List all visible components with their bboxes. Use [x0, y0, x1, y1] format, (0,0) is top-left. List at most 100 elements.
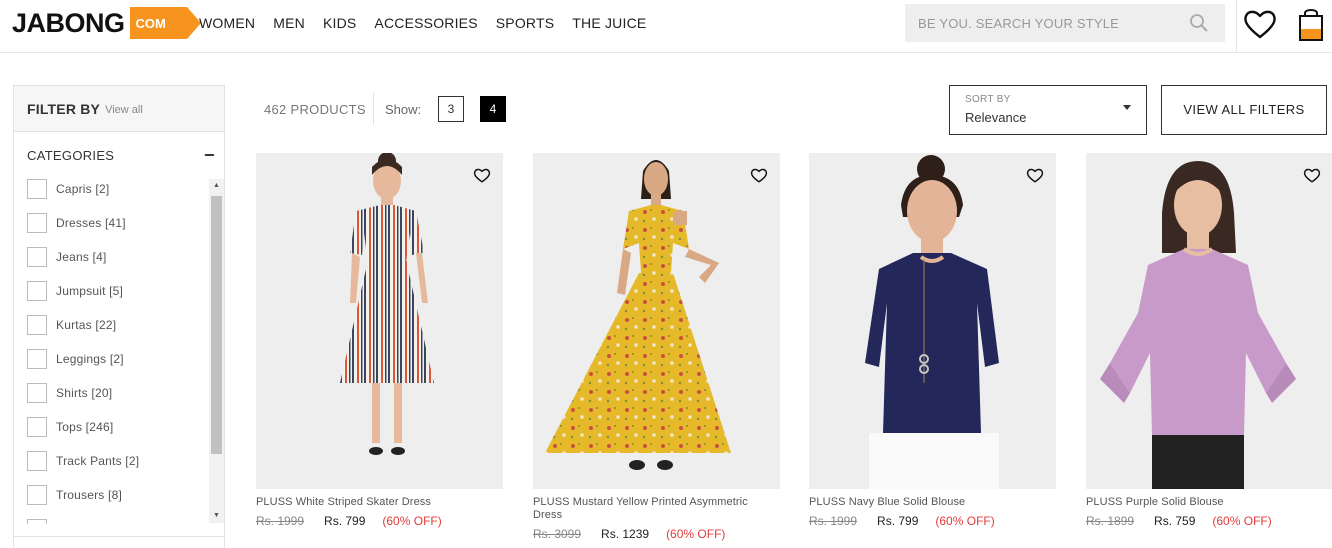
heart-icon[interactable] [1243, 8, 1277, 40]
category-item-jumpsuit[interactable]: Jumpsuit [5] [14, 281, 209, 315]
header-divider [1236, 0, 1237, 53]
checkbox[interactable] [27, 485, 47, 505]
category-scrollbar[interactable]: ▲ ▼ [209, 179, 224, 523]
sort-value: Relevance [965, 110, 1027, 125]
category-label: Jeans [4] [56, 250, 107, 264]
heart-icon[interactable] [473, 167, 491, 184]
category-item-kurtas[interactable]: Kurtas [22] [14, 315, 209, 349]
collapse-categories-button[interactable]: − [204, 146, 216, 164]
checkbox[interactable] [27, 315, 47, 335]
product-photo-navy-blouse [865, 155, 999, 489]
product-card[interactable]: PLUSS White Striped Skater Dress Rs. 199… [256, 153, 503, 528]
nav-accessories[interactable]: ACCESSORIES [374, 14, 477, 32]
product-count: 462 PRODUCTS [264, 102, 366, 117]
checkbox[interactable] [27, 247, 47, 267]
toolbar-divider [373, 93, 374, 125]
grid-3-button[interactable]: 3 [438, 96, 464, 122]
scroll-down-arrow-icon[interactable]: ▼ [209, 509, 224, 523]
sort-dropdown[interactable]: SORT BY Relevance [949, 85, 1147, 135]
heart-icon[interactable] [1303, 167, 1321, 184]
category-label: Leggings [2] [56, 352, 124, 366]
original-price: Rs. 1899 [1086, 514, 1135, 528]
discount-label: (60% OFF) [1212, 514, 1272, 528]
product-card[interactable]: PLUSS Mustard Yellow Printed Asymmetric … [533, 153, 780, 541]
product-name[interactable]: PLUSS White Striped Skater Dress [256, 496, 488, 509]
heart-icon[interactable] [750, 167, 768, 184]
checkbox[interactable] [27, 213, 47, 233]
view-all-link[interactable]: View all [105, 104, 143, 116]
scroll-up-arrow-icon[interactable]: ▲ [209, 179, 224, 193]
category-label: Dresses [41] [56, 216, 126, 230]
product-price: Rs. 1899 Rs. 759 (60% OFF) [1086, 514, 1272, 528]
sidebar-divider [14, 536, 224, 537]
sale-price: Rs. 759 [1154, 514, 1196, 528]
category-label: Kurtas [22] [56, 318, 117, 332]
category-label: Tops [246] [56, 420, 114, 434]
category-item-dresses[interactable]: Dresses [41] [14, 213, 209, 247]
category-label: Trousers [8] [56, 488, 122, 502]
filter-header: FILTER BY View all [14, 86, 224, 132]
product-photo-striped-dress [340, 153, 434, 455]
product-name[interactable]: PLUSS Mustard Yellow Printed Asymmetric … [533, 496, 765, 522]
category-item-tops[interactable]: Tops [246] [14, 417, 209, 451]
category-label: Track Pants [2] [56, 454, 140, 468]
nav-women[interactable]: WOMEN [199, 14, 255, 32]
category-item-capris[interactable]: Capris [2] [14, 179, 209, 213]
site-header: JABONG COM WOMEN MEN KIDS ACCESSORIES SP… [0, 0, 1332, 53]
checkbox[interactable] [27, 281, 47, 301]
product-price: Rs. 3099 Rs. 1239 (60% OFF) [533, 527, 725, 541]
category-item-shirts[interactable]: Shirts [20] [14, 383, 209, 417]
product-image[interactable] [809, 153, 1056, 489]
categories-heading: CATEGORIES [27, 148, 115, 163]
grid-4-button[interactable]: 4 [480, 96, 506, 122]
logo-text: JABONG [12, 8, 125, 38]
nav-the-juice[interactable]: THE JUICE [572, 14, 646, 32]
product-name[interactable]: PLUSS Purple Solid Blouse [1086, 496, 1318, 509]
category-label: Capris [2] [56, 182, 110, 196]
category-item-partial[interactable] [14, 519, 209, 524]
product-card[interactable]: PLUSS Navy Blue Solid Blouse Rs. 1999 Rs… [809, 153, 1056, 528]
category-item-track-pants[interactable]: Track Pants [2] [14, 451, 209, 485]
checkbox[interactable] [27, 179, 47, 199]
heart-icon[interactable] [1026, 167, 1044, 184]
filter-sidebar: FILTER BY View all CATEGORIES − Capris [… [13, 85, 225, 548]
checkbox[interactable] [27, 451, 47, 471]
product-card[interactable]: PLUSS Purple Solid Blouse Rs. 1899 Rs. 7… [1086, 153, 1332, 528]
category-label: Jumpsuit [5] [56, 284, 124, 298]
product-photo-purple-blouse [1100, 161, 1296, 489]
product-name[interactable]: PLUSS Navy Blue Solid Blouse [809, 496, 1041, 509]
product-photo-mustard-dress [545, 160, 731, 470]
nav-kids[interactable]: KIDS [323, 14, 356, 32]
product-image[interactable] [1086, 153, 1332, 489]
checkbox[interactable] [27, 383, 47, 403]
jabong-logo[interactable]: JABONG COM [12, 6, 201, 40]
nav-men[interactable]: MEN [273, 14, 305, 32]
show-label: Show: [385, 102, 422, 117]
discount-label: (60% OFF) [935, 514, 995, 528]
checkbox[interactable] [27, 519, 47, 524]
discount-label: (60% OFF) [666, 527, 726, 541]
category-item-leggings[interactable]: Leggings [2] [14, 349, 209, 383]
category-list: Capris [2] Dresses [41] Jeans [4] Jumpsu… [14, 179, 209, 524]
nav-sports[interactable]: SPORTS [496, 14, 555, 32]
category-label: Shirts [20] [56, 386, 113, 400]
discount-label: (60% OFF) [382, 514, 442, 528]
view-all-filters-button[interactable]: VIEW ALL FILTERS [1161, 85, 1327, 135]
category-item-jeans[interactable]: Jeans [4] [14, 247, 209, 281]
logo-tag: COM [129, 7, 201, 39]
checkbox[interactable] [27, 349, 47, 369]
product-price: Rs. 1999 Rs. 799 (60% OFF) [256, 514, 442, 528]
filter-title: FILTER BY [27, 100, 101, 117]
main-nav: WOMEN MEN KIDS ACCESSORIES SPORTS THE JU… [199, 14, 664, 32]
shopping-bag-icon[interactable] [1296, 6, 1326, 42]
search-input[interactable] [905, 4, 1185, 42]
scrollbar-thumb[interactable] [211, 196, 222, 454]
product-image[interactable] [256, 153, 503, 489]
sale-price: Rs. 799 [324, 514, 366, 528]
product-price: Rs. 1999 Rs. 799 (60% OFF) [809, 514, 995, 528]
product-image[interactable] [533, 153, 780, 489]
checkbox[interactable] [27, 417, 47, 437]
search-icon[interactable] [1189, 13, 1209, 33]
category-item-trousers[interactable]: Trousers [8] [14, 485, 209, 519]
original-price: Rs. 1999 [809, 514, 858, 528]
